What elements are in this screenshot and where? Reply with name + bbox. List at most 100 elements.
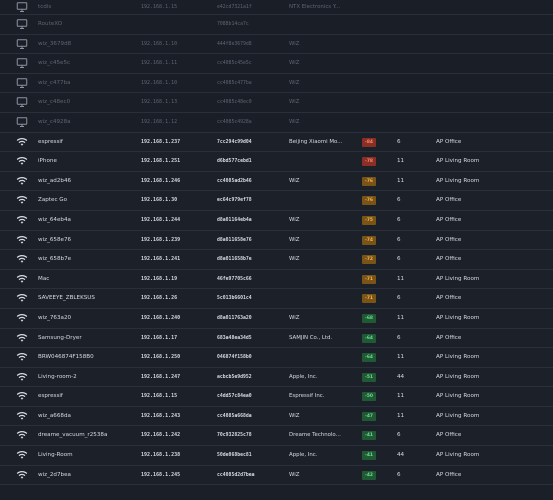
client-name[interactable]: wiz_c4928a <box>38 113 134 132</box>
channel: 6 <box>397 295 401 302</box>
channel: 11 <box>397 314 405 321</box>
client-name[interactable]: RouteXO <box>38 15 134 34</box>
client-name[interactable]: wiz_c477ba <box>38 74 134 93</box>
channel: 44 <box>397 452 405 459</box>
table-row[interactable]: wiz_a668da 192.168.1.243 cc4085a668da Wi… <box>0 406 553 427</box>
client-name[interactable]: wiz_c48ec0 <box>38 93 134 112</box>
table-row[interactable]: wiz_c45e5c 192.168.1.11 cc4085c45e5c WiZ <box>0 54 553 74</box>
vendor <box>289 152 345 171</box>
client-name[interactable]: wiz_64eb4a <box>38 211 134 230</box>
access-point <box>436 93 526 112</box>
monitor-icon <box>16 96 32 109</box>
table-row[interactable]: wiz_658e76 192.168.1.239 d8a011658e76 Wi… <box>0 230 553 251</box>
table-row[interactable]: Mac 192.168.1.19 46fe97705c66 -71 11 AP … <box>0 269 553 290</box>
wifi-icon <box>16 351 32 364</box>
table-row[interactable]: Zaptec Go 192.168.1.30 ec64c979ef78 -76 … <box>0 191 553 211</box>
signal-badge: -75 <box>362 215 376 225</box>
ip-address: 192.168.1.242 <box>141 432 181 439</box>
client-name[interactable]: Living-Room <box>38 446 134 465</box>
client-name[interactable]: BRW046874F158B0 <box>38 348 134 367</box>
wifi-icon <box>16 292 32 305</box>
table-row[interactable]: BRW046874F158B0 192.168.1.250 046874f158… <box>0 348 553 368</box>
table-row[interactable]: wiz_763a20 192.168.1.240 d8a011763a20 Wi… <box>0 308 553 329</box>
client-name[interactable]: Samsung-Dryer <box>38 329 134 348</box>
table-row[interactable]: dreame_vacuum_r2538a 192.168.1.242 70c93… <box>0 426 553 447</box>
channel <box>397 74 417 93</box>
client-name[interactable]: espressif <box>38 387 134 406</box>
client-name[interactable]: wiz_a668da <box>38 407 134 426</box>
ip-address: 192.168.1.17 <box>141 334 178 341</box>
table-row[interactable]: wiz_c48ec0 192.168.1.13 cc4085c48ec0 WiZ <box>0 93 553 113</box>
mac-address: ec64c979ef78 <box>217 198 252 204</box>
client-name[interactable]: SAVEEYE_ZBLEKSUS <box>38 289 134 308</box>
client-name[interactable]: tcdis <box>38 0 134 15</box>
table-row[interactable]: wiz_c4928a 192.168.1.12 cc4085c4928a WiZ <box>0 112 553 133</box>
signal-badge: -41 <box>362 431 376 441</box>
ip-address: 192.168.1.238 <box>141 452 181 459</box>
signal-badge: -41 <box>362 451 376 461</box>
vendor: WiZ <box>289 412 300 419</box>
client-name[interactable]: dreame_vacuum_r2538a <box>38 426 134 445</box>
monitor-icon <box>16 38 32 51</box>
table-row[interactable]: wiz_658b7e 192.168.1.241 d8a011658b7e Wi… <box>0 250 553 270</box>
monitor-icon <box>16 116 32 129</box>
channel <box>397 35 417 54</box>
access-point: AP Office <box>436 334 462 341</box>
client-name[interactable]: iPhone <box>38 152 134 171</box>
signal-badge: -64 <box>362 333 376 343</box>
client-name[interactable]: wiz_2d7bea <box>38 466 134 485</box>
access-point <box>436 15 526 34</box>
client-name[interactable]: Zaptec Go <box>38 191 134 210</box>
table-row[interactable]: Living-Room 192.168.1.238 50de068bec81 A… <box>0 446 553 466</box>
mac-address: 046874f158b0 <box>217 355 252 361</box>
client-name[interactable]: wiz_763a20 <box>38 309 134 328</box>
client-name[interactable]: Mac <box>38 270 134 289</box>
mac-address: 70c932825c78 <box>217 433 252 439</box>
ip-address: 192.168.1.251 <box>141 158 181 165</box>
client-name[interactable]: wiz_658b7e <box>38 250 134 269</box>
wifi-icon <box>16 371 32 384</box>
monitor-icon <box>16 18 32 31</box>
client-name[interactable]: Living-room-2 <box>38 368 134 387</box>
mac-address: 5c013b6601c4 <box>217 296 252 302</box>
table-row[interactable]: wiz_64eb4a 192.168.1.244 d8a01164eb4a Wi… <box>0 210 553 231</box>
table-row[interactable]: RouteXO 7088b14ca7c <box>0 15 553 35</box>
signal-badge: -51 <box>362 372 376 382</box>
table-row[interactable]: Samsung-Dryer 192.168.1.17 683a48ea34d5 … <box>0 328 553 349</box>
channel: 6 <box>397 471 401 478</box>
wifi-icon <box>16 175 32 188</box>
table-row[interactable]: wiz_c477ba 192.168.1.10 cc4085c477ba WiZ <box>0 73 553 94</box>
ip-address: 192.168.1.10 <box>141 79 178 86</box>
vendor <box>289 191 345 210</box>
table-row[interactable]: Living-room-2 192.168.1.247 acbcb5e9d952… <box>0 367 553 388</box>
table-row[interactable]: wiz_2d7bea 192.168.1.245 cc4085d2d7bea W… <box>0 465 553 486</box>
mac-address: cc4085c48ec0 <box>217 100 252 106</box>
table-row[interactable]: SAVEEYE_ZBLEKSUS 192.168.1.26 5c013b6601… <box>0 289 553 309</box>
vendor: NTX Electronics Y... <box>289 4 341 10</box>
ip-address: 192.168.1.15 <box>141 393 178 400</box>
client-name[interactable]: wiz_658e76 <box>38 231 134 250</box>
table-row[interactable]: espressif 192.168.1.237 7cc294c99d04 Bei… <box>0 132 553 153</box>
table-row[interactable]: espressif 192.168.1.15 c4dd57c84ea0 Espr… <box>0 387 553 407</box>
wifi-icon <box>16 410 32 423</box>
wifi-icon <box>16 449 32 462</box>
wifi-icon <box>16 390 32 403</box>
access-point: AP Office <box>436 138 462 145</box>
mac-address: d8a01164eb4a <box>217 217 252 223</box>
table-row[interactable]: wiz_3679d8 192.168.1.10 444f8e3679d8 WiZ <box>0 34 553 55</box>
ip-address: 192.168.1.15 <box>141 4 178 10</box>
channel: 11 <box>397 412 405 419</box>
vendor: WiZ <box>289 256 300 263</box>
client-name[interactable]: espressif <box>38 133 134 152</box>
ip-address <box>141 15 209 34</box>
access-point <box>436 35 526 54</box>
client-name[interactable]: wiz_3679d8 <box>38 35 134 54</box>
client-name[interactable]: wiz_c45e5c <box>38 54 134 73</box>
table-row[interactable]: wiz_ad2b46 192.168.1.246 cc4085ad2b46 Wi… <box>0 171 553 192</box>
table-row[interactable]: iPhone 192.168.1.251 d6bd577cebd1 -78 11… <box>0 152 553 172</box>
table-row[interactable]: tcdis 192.168.1.15 e42cd7321a1f NTX Elec… <box>0 0 553 15</box>
ip-address: 192.168.1.10 <box>141 40 178 47</box>
mac-address: d6bd577cebd1 <box>217 159 252 165</box>
ip-address: 192.168.1.246 <box>141 177 181 184</box>
client-name[interactable]: wiz_ad2b46 <box>38 172 134 191</box>
